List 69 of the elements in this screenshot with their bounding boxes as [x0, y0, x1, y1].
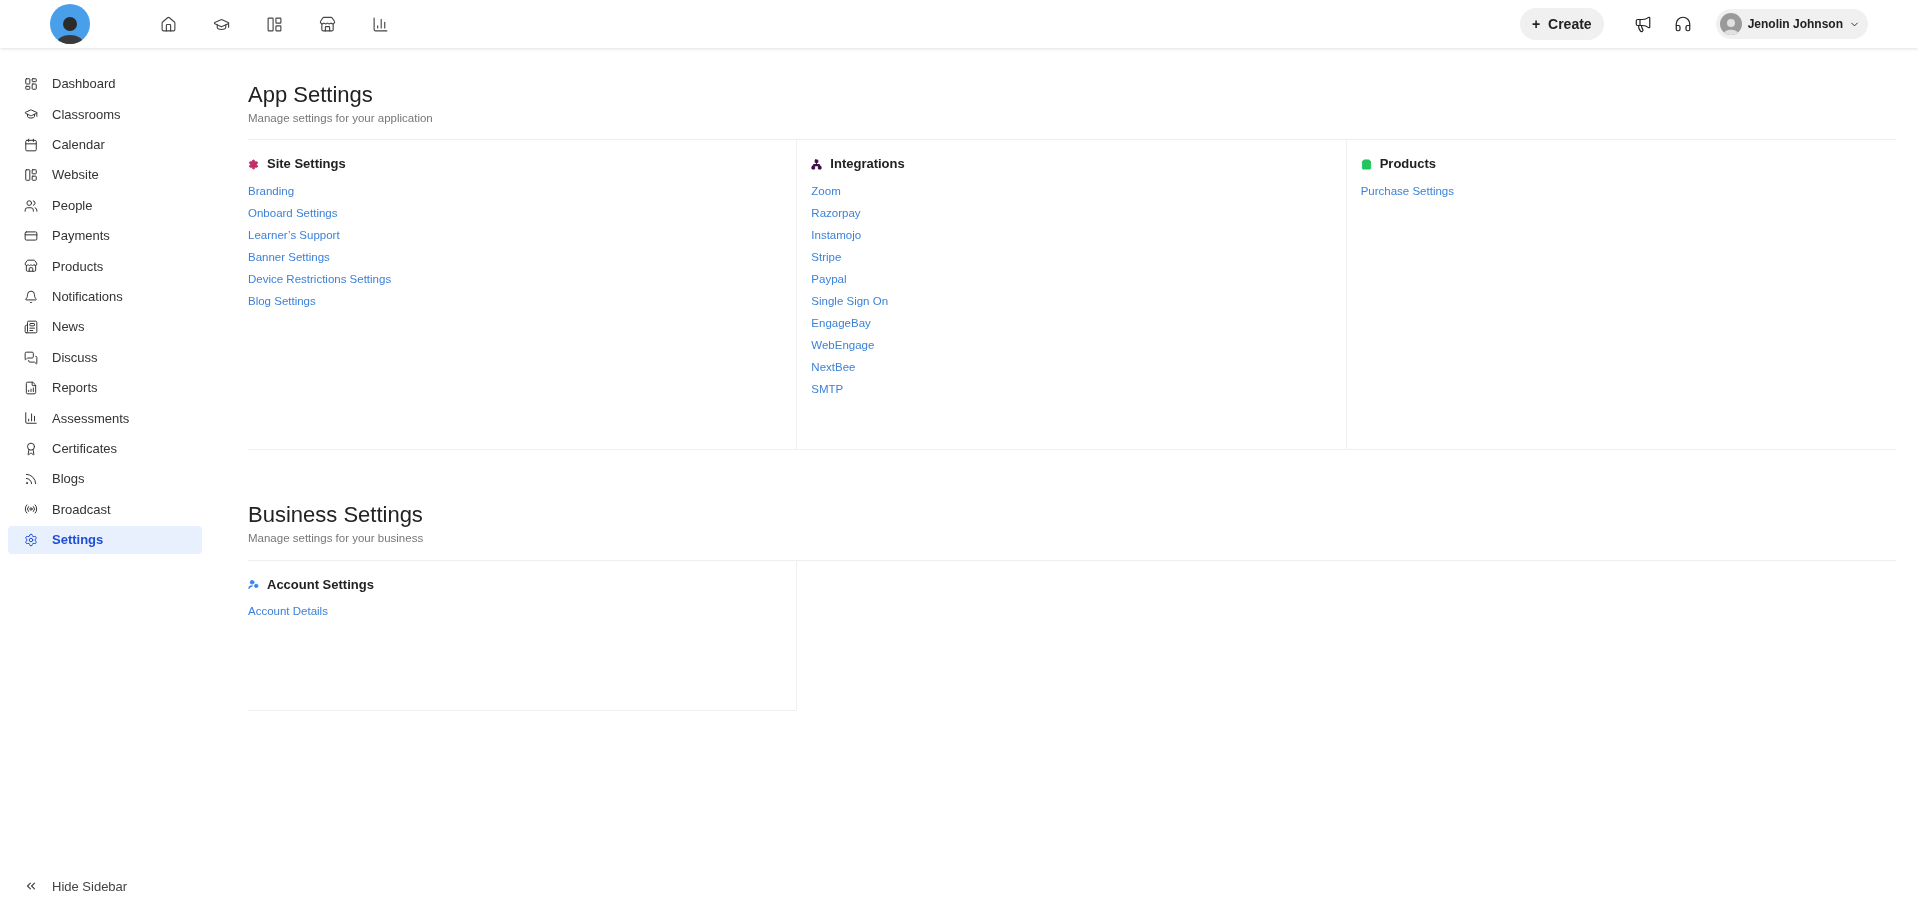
hide-sidebar-button[interactable]: Hide Sidebar	[8, 876, 202, 896]
card-icon	[24, 228, 38, 243]
settings-link[interactable]: NextBee	[811, 360, 856, 373]
sidebar-item[interactable]: News	[8, 313, 202, 342]
dashboard-icon	[24, 77, 38, 91]
group-title: Site Settings	[267, 155, 346, 174]
newspaper-icon	[24, 320, 38, 335]
sidebar-item[interactable]: Products	[8, 252, 202, 281]
settings-link[interactable]: Stripe	[811, 250, 842, 263]
section-subtitle: Manage settings for your business	[248, 531, 425, 547]
settings-link[interactable]: Account Details	[248, 605, 328, 617]
user-menu[interactable]: Jenolin Johnson	[1715, 9, 1868, 39]
group-title: Integrations	[830, 155, 905, 174]
layout-icon	[24, 168, 38, 183]
sidebar-item[interactable]: Settings	[8, 525, 202, 554]
create-button[interactable]: + Create	[1519, 8, 1604, 40]
people-icon	[24, 198, 38, 213]
report-icon	[24, 380, 38, 395]
settings-icon	[24, 532, 38, 547]
settings-link[interactable]: Razorpay	[811, 206, 861, 219]
settings-link[interactable]: Zoom	[811, 184, 841, 197]
headset-icon[interactable]	[1673, 15, 1692, 33]
calendar-icon	[24, 137, 38, 152]
layout-icon[interactable]	[266, 15, 283, 33]
sidebar-item[interactable]: Payments	[8, 221, 202, 250]
rss-icon	[24, 472, 38, 487]
settings-link[interactable]: Instamojo	[811, 228, 862, 241]
section-subtitle: Manage settings for your application	[248, 111, 434, 126]
settings-link[interactable]: Single Sign On	[811, 294, 889, 307]
group-title: Products	[1379, 155, 1436, 174]
sidebar-item[interactable]: Broadcast	[8, 495, 202, 524]
sidebar-item[interactable]: Blogs	[8, 465, 202, 494]
megaphone-icon[interactable]	[1633, 15, 1652, 33]
avatar[interactable]	[50, 4, 90, 44]
section-title: App Settings	[248, 82, 374, 108]
sidebar-item[interactable]: Assessments	[8, 404, 202, 433]
settings-link[interactable]: Onboard Settings	[248, 206, 338, 219]
settings-link[interactable]: Paypal	[811, 272, 847, 285]
broadcast-icon	[24, 502, 38, 517]
settings-link[interactable]: Branding	[248, 184, 295, 197]
sidebar-item[interactable]: Dashboard	[8, 70, 202, 98]
settings-link[interactable]: Learner’s Support	[248, 228, 340, 241]
store-icon[interactable]	[319, 15, 336, 33]
group-title: Account Settings	[267, 575, 374, 594]
sidebar-item[interactable]: People	[8, 191, 202, 220]
settings-link[interactable]: Purchase Settings	[1360, 184, 1454, 197]
settings-link[interactable]: Banner Settings	[248, 250, 330, 263]
sidebar-item[interactable]: Discuss	[8, 343, 202, 372]
chart-icon	[24, 411, 38, 426]
store-icon	[24, 259, 38, 274]
sidebar-item[interactable]: Certificates	[8, 434, 202, 463]
sidebar-item[interactable]: Classrooms	[8, 100, 202, 129]
settings-link[interactable]: Blog Settings	[248, 294, 316, 307]
home-icon[interactable]	[160, 15, 177, 33]
sidebar-item[interactable]: Reports	[8, 373, 202, 402]
graduation-cap-icon	[24, 107, 38, 122]
chat-icon	[24, 350, 38, 365]
user-avatar-icon	[1719, 13, 1742, 35]
settings-link[interactable]: Device Restrictions Settings	[248, 272, 392, 285]
bell-icon	[24, 289, 38, 304]
settings-link[interactable]: EngageBay	[811, 316, 871, 329]
award-icon	[24, 441, 38, 456]
sidebar-item[interactable]: Notifications	[8, 282, 202, 311]
settings-link[interactable]: WebEngage	[811, 338, 875, 351]
sidebar-item[interactable]: Website	[8, 161, 202, 190]
chart-icon[interactable]	[372, 15, 389, 33]
section-title: Business Settings	[248, 502, 424, 529]
sidebar-item[interactable]: Calendar	[8, 130, 202, 159]
settings-link[interactable]: SMTP	[811, 382, 844, 395]
